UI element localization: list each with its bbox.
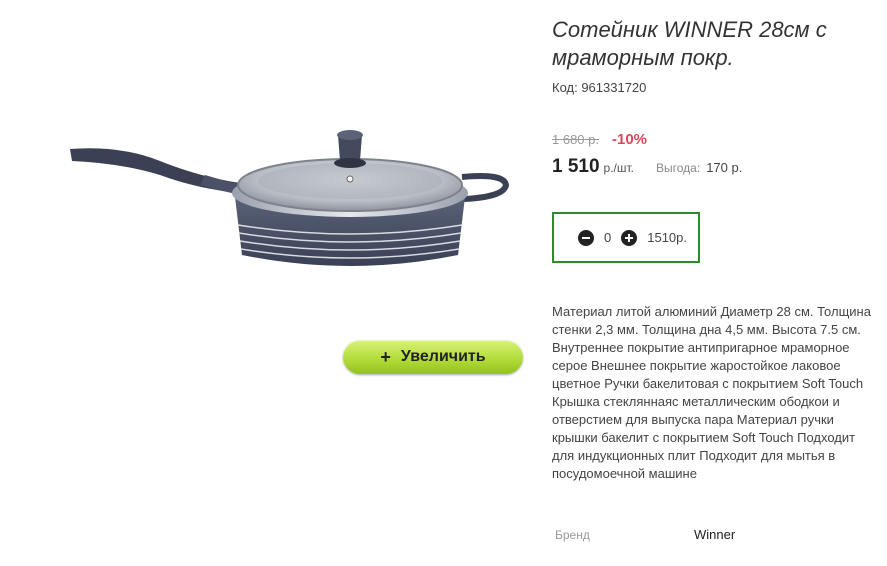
- quantity-value: 0: [604, 230, 612, 245]
- old-price: 1 680 р.: [552, 132, 599, 147]
- discount-badge: -10%: [612, 131, 648, 148]
- brand-value: Winner: [694, 527, 736, 542]
- product-code: Код: 961331720: [552, 80, 647, 95]
- cart-total: 1510р.: [647, 230, 687, 245]
- minus-icon[interactable]: [578, 229, 594, 246]
- current-price: 1 510: [552, 156, 600, 177]
- price-row: 1 510 р./шт. Выгода: 170 р.: [552, 156, 742, 178]
- zoom-button-label: Увеличить: [400, 348, 486, 365]
- product-title: Сотейник WINNER 28см с мраморным покр.: [552, 17, 827, 70]
- pan-with-lid-icon: [70, 130, 510, 266]
- zoom-button[interactable]: + Увеличить: [343, 340, 523, 374]
- brand-label: Бренд: [555, 528, 590, 542]
- savings-label: Выгода:: [656, 161, 701, 175]
- product-description: Материал литой алюминий Диаметр 28 см. Т…: [552, 304, 871, 481]
- quantity-stepper: 0 1510р.: [552, 212, 700, 263]
- plus-circle-icon[interactable]: [621, 229, 638, 246]
- plus-icon: +: [380, 346, 391, 367]
- product-image[interactable]: [60, 105, 520, 295]
- savings-value: 170 р.: [706, 160, 743, 175]
- price-unit: р./шт.: [603, 161, 635, 175]
